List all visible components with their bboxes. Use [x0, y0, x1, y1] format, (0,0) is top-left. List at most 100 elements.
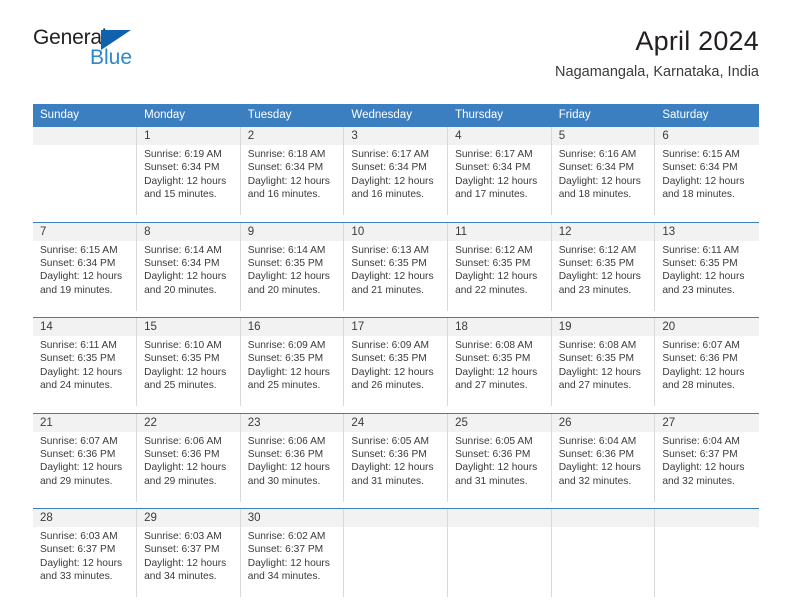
day-number-9[interactable]: 9 — [240, 222, 345, 241]
daylight-text-line2: and 23 minutes. — [662, 284, 735, 296]
day-cell-empty — [33, 145, 138, 215]
day-cell-23[interactable]: Sunrise: 6:06 AM Sunset: 6:36 PM Daylight:… — [240, 431, 345, 502]
sunset-text: Sunset: 6:36 PM — [144, 448, 220, 460]
day-number-17[interactable]: 17 — [343, 317, 449, 336]
day-number-24[interactable]: 24 — [343, 413, 449, 432]
day-cell-4[interactable]: Sunrise: 6:17 AM Sunset: 6:34 PM Daylight:… — [447, 145, 552, 215]
sunrise-text: Sunrise: 6:03 AM — [144, 531, 222, 542]
sunrise-sunset-calendar: Sunday Monday Tuesday Wednesday Thursday Frid… — [33, 104, 759, 597]
day-cell-22[interactable]: Sunrise: 6:06 AM Sunset: 6:36 PM Daylight:… — [136, 431, 241, 502]
day-cell-25[interactable]: Sunrise: 6:05 AM Sunset: 6:36 PM Daylight:… — [447, 431, 552, 502]
week-daynumber-row: 28 29 30 — [33, 508, 759, 527]
day-cell-19[interactable]: Sunrise: 6:08 AM Sunset: 6:35 PM Daylight:… — [551, 336, 656, 406]
calendar-page: General Blue April 2024 Nagamangala, Kar… — [0, 0, 792, 612]
day-cell-28[interactable]: Sunrise: 6:03 AM Sunset: 6:37 PM Daylight:… — [33, 527, 138, 597]
day-number-12[interactable]: 12 — [551, 222, 656, 241]
day-cell-14[interactable]: Sunrise: 6:11 AM Sunset: 6:35 PM Daylight:… — [33, 336, 138, 406]
week-detail-row: Sunrise: 6:07 AM Sunset: 6:36 PM Daylight:… — [33, 431, 759, 502]
daylight-text-line1: Daylight: 12 hours — [662, 366, 745, 378]
day-number-29[interactable]: 29 — [136, 508, 241, 527]
day-cell-26[interactable]: Sunrise: 6:04 AM Sunset: 6:36 PM Daylight:… — [551, 431, 656, 502]
sunrise-text: Sunrise: 6:12 AM — [455, 244, 533, 256]
daylight-text-line1: Daylight: 12 hours — [351, 271, 434, 283]
day-cell-17[interactable]: Sunrise: 6:09 AM Sunset: 6:35 PM Daylight:… — [343, 336, 449, 406]
day-number-6[interactable]: 6 — [654, 127, 759, 145]
day-cell-2[interactable]: Sunrise: 6:18 AM Sunset: 6:34 PM Daylight:… — [240, 145, 345, 215]
day-cell-1[interactable]: Sunrise: 6:19 AM Sunset: 6:34 PM Daylight:… — [136, 145, 241, 215]
sunset-text: Sunset: 6:35 PM — [558, 353, 635, 365]
day-cell-29[interactable]: Sunrise: 6:03 AM Sunset: 6:37 PM Daylight:… — [136, 527, 241, 597]
sunset-text: Sunset: 6:35 PM — [247, 353, 324, 365]
day-cell-7[interactable]: Sunrise: 6:15 AM Sunset: 6:34 PM Daylight:… — [33, 240, 138, 311]
day-cell-24[interactable]: Sunrise: 6:05 AM Sunset: 6:36 PM Daylight:… — [343, 431, 449, 502]
day-cell-18[interactable]: Sunrise: 6:08 AM Sunset: 6:35 PM Daylight:… — [447, 336, 552, 406]
daylight-text-line1: Daylight: 12 hours — [662, 271, 745, 283]
daylight-text-line1: Daylight: 12 hours — [558, 271, 641, 283]
day-cell-3[interactable]: Sunrise: 6:17 AM Sunset: 6:34 PM Daylight:… — [343, 145, 449, 215]
day-number-28[interactable]: 28 — [33, 508, 138, 527]
day-number-20[interactable]: 20 — [654, 317, 759, 336]
daylight-text-line2: and 29 minutes. — [144, 475, 217, 487]
day-cell-empty — [551, 527, 656, 597]
day-number-3[interactable]: 3 — [343, 127, 449, 145]
day-cell-16[interactable]: Sunrise: 6:09 AM Sunset: 6:35 PM Daylight:… — [240, 336, 345, 406]
sunrise-text: Sunrise: 6:06 AM — [144, 435, 222, 447]
day-cell-12[interactable]: Sunrise: 6:12 AM Sunset: 6:35 PM Daylight:… — [551, 240, 656, 311]
day-cell-8[interactable]: Sunrise: 6:14 AM Sunset: 6:34 PM Daylight:… — [136, 240, 241, 311]
daylight-text-line2: and 24 minutes. — [40, 380, 113, 392]
sunrise-text: Sunrise: 6:17 AM — [455, 149, 533, 160]
day-cell-20[interactable]: Sunrise: 6:07 AM Sunset: 6:36 PM Daylight:… — [654, 336, 759, 406]
sunrise-text: Sunrise: 6:15 AM — [40, 244, 118, 256]
sunset-text: Sunset: 6:35 PM — [40, 353, 116, 365]
day-cell-9[interactable]: Sunrise: 6:14 AM Sunset: 6:35 PM Daylight:… — [240, 240, 345, 311]
day-number-15[interactable]: 15 — [136, 317, 241, 336]
day-number-21[interactable]: 21 — [33, 413, 138, 432]
daylight-text-line2: and 31 minutes. — [351, 475, 424, 487]
day-number-4[interactable]: 4 — [447, 127, 552, 145]
daylight-text-line2: and 31 minutes. — [455, 475, 528, 487]
day-number-26[interactable]: 26 — [551, 413, 656, 432]
sunset-text: Sunset: 6:34 PM — [455, 162, 531, 174]
day-cell-5[interactable]: Sunrise: 6:16 AM Sunset: 6:34 PM Daylight:… — [551, 145, 656, 215]
day-number-25[interactable]: 25 — [447, 413, 552, 432]
day-number-16[interactable]: 16 — [240, 317, 345, 336]
day-number-empty — [447, 508, 552, 527]
day-number-22[interactable]: 22 — [136, 413, 241, 432]
day-cell-10[interactable]: Sunrise: 6:13 AM Sunset: 6:35 PM Daylight:… — [343, 240, 449, 311]
daylight-text-line2: and 19 minutes. — [40, 284, 113, 296]
sunset-text: Sunset: 6:34 PM — [558, 162, 635, 174]
day-cell-30[interactable]: Sunrise: 6:02 AM Sunset: 6:37 PM Daylight:… — [240, 527, 345, 597]
day-number-8[interactable]: 8 — [136, 222, 241, 241]
day-number-10[interactable]: 10 — [343, 222, 449, 241]
day-number-2[interactable]: 2 — [240, 127, 345, 145]
day-number-1[interactable]: 1 — [136, 127, 241, 145]
week-detail-row: Sunrise: 6:15 AM Sunset: 6:34 PM Daylight:… — [33, 240, 759, 311]
daylight-text-line1: Daylight: 12 hours — [558, 175, 641, 187]
sunset-text: Sunset: 6:36 PM — [455, 448, 531, 460]
day-number-30[interactable]: 30 — [240, 508, 345, 527]
day-number-19[interactable]: 19 — [551, 317, 656, 336]
day-number-empty — [343, 508, 449, 527]
day-number-27[interactable]: 27 — [654, 413, 759, 432]
day-cell-13[interactable]: Sunrise: 6:11 AM Sunset: 6:35 PM Daylight:… — [654, 240, 759, 311]
day-number-18[interactable]: 18 — [447, 317, 552, 336]
sunset-text: Sunset: 6:36 PM — [247, 448, 324, 460]
calendar-body: 1 2 3 4 5 6 Sunrise: 6:19 AM Sunset: 6:34 PM Day… — [33, 127, 759, 597]
sunrise-text: Sunrise: 6:10 AM — [144, 340, 222, 351]
day-cell-21[interactable]: Sunrise: 6:07 AM Sunset: 6:36 PM Daylight:… — [33, 431, 138, 502]
daylight-text-line1: Daylight: 12 hours — [40, 462, 123, 474]
sunrise-text: Sunrise: 6:12 AM — [558, 244, 637, 256]
day-number-7[interactable]: 7 — [33, 222, 138, 241]
day-cell-6[interactable]: Sunrise: 6:15 AM Sunset: 6:34 PM Daylight:… — [654, 145, 759, 215]
day-number-23[interactable]: 23 — [240, 413, 345, 432]
day-cell-11[interactable]: Sunrise: 6:12 AM Sunset: 6:35 PM Daylight:… — [447, 240, 552, 311]
day-number-11[interactable]: 11 — [447, 222, 552, 241]
day-cell-15[interactable]: Sunrise: 6:10 AM Sunset: 6:35 PM Daylight:… — [136, 336, 241, 406]
day-number-13[interactable]: 13 — [654, 222, 759, 241]
day-number-5[interactable]: 5 — [551, 127, 656, 145]
weekday-header-friday: Friday — [551, 104, 656, 127]
day-number-14[interactable]: 14 — [33, 317, 138, 336]
daylight-text-line2: and 16 minutes. — [247, 189, 321, 201]
day-cell-27[interactable]: Sunrise: 6:04 AM Sunset: 6:37 PM Daylight:… — [654, 431, 759, 502]
daylight-text-line2: and 28 minutes. — [662, 380, 735, 392]
